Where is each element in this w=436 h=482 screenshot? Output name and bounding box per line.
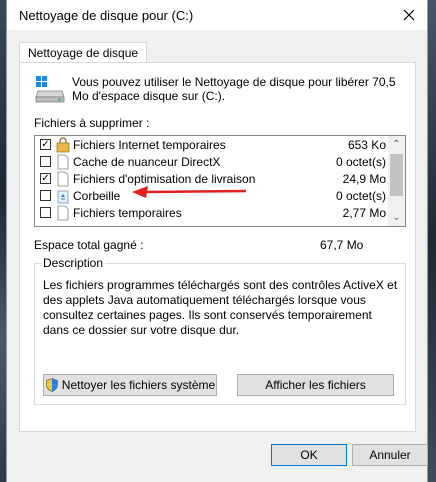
file-icon bbox=[57, 205, 69, 221]
view-files-button[interactable]: Afficher les fichiers bbox=[237, 374, 394, 396]
disk-cleanup-window: Nettoyage de disque pour (C:) Nettoyage … bbox=[6, 0, 428, 482]
scroll-down-icon[interactable]: ⌄ bbox=[388, 209, 405, 226]
file-icon bbox=[57, 171, 69, 187]
checkbox[interactable] bbox=[40, 190, 51, 201]
file-size: 0 octet(s) bbox=[335, 189, 386, 203]
file-name: Corbeille bbox=[73, 189, 121, 203]
desktop-background-right bbox=[428, 0, 436, 482]
lock-folder-icon bbox=[56, 137, 70, 153]
tab-strip: Nettoyage de disque bbox=[7, 30, 427, 64]
file-name: Fichiers temporaires bbox=[73, 206, 182, 220]
file-name: Fichiers d'optimisation de livraison bbox=[73, 172, 256, 186]
total-space-value: 67,7 Mo bbox=[320, 238, 364, 252]
list-item[interactable]: ✓ Fichiers Internet temporaires 653 Ko bbox=[35, 137, 390, 154]
clean-system-files-label: Nettoyer les fichiers système bbox=[61, 378, 216, 392]
cancel-button[interactable]: Annuler bbox=[352, 444, 428, 466]
file-size: 2,77 Mo bbox=[342, 206, 386, 220]
list-item[interactable]: Fichiers temporaires 2,77 Mo bbox=[35, 205, 390, 222]
shield-icon bbox=[45, 378, 58, 392]
files-to-delete-label: Fichiers à supprimer : bbox=[34, 116, 150, 130]
window-title: Nettoyage de disque pour (C:) bbox=[19, 8, 194, 23]
title-bar[interactable]: Nettoyage de disque pour (C:) bbox=[7, 0, 427, 30]
list-item[interactable]: Cache de nuanceur DirectX 0 octet(s) bbox=[35, 154, 390, 171]
close-icon[interactable] bbox=[397, 4, 421, 26]
intro-text: Vous pouvez utiliser le Nettoyage de dis… bbox=[72, 75, 396, 103]
tab-panel: Vous pouvez utiliser le Nettoyage de dis… bbox=[19, 62, 416, 432]
clean-system-files-button[interactable]: Nettoyer les fichiers système bbox=[43, 374, 217, 396]
description-text: Les fichiers programmes téléchargés sont… bbox=[43, 278, 398, 337]
file-size: 24,9 Mo bbox=[342, 172, 386, 186]
tab-disk-cleanup[interactable]: Nettoyage de disque bbox=[19, 42, 148, 64]
description-legend: Description bbox=[41, 256, 106, 270]
description-group: Description Les fichiers programmes télé… bbox=[34, 256, 406, 405]
checkbox[interactable]: ✓ bbox=[40, 173, 51, 184]
total-space-label: Espace total gagné : bbox=[34, 238, 144, 252]
scroll-up-icon[interactable]: ⌃ bbox=[388, 136, 405, 153]
ok-button[interactable]: OK bbox=[271, 444, 347, 466]
file-name: Fichiers Internet temporaires bbox=[73, 138, 226, 152]
file-size: 653 Ko bbox=[347, 138, 386, 152]
file-size: 0 octet(s) bbox=[335, 155, 386, 169]
checkbox[interactable]: ✓ bbox=[40, 139, 51, 150]
drive-icon bbox=[35, 76, 65, 103]
red-arrow-annotation bbox=[132, 186, 247, 198]
recycle-bin-icon bbox=[57, 190, 69, 204]
checkbox[interactable] bbox=[40, 156, 51, 167]
checkbox[interactable] bbox=[40, 207, 51, 218]
file-name: Cache de nuanceur DirectX bbox=[73, 155, 221, 169]
scroll-thumb[interactable] bbox=[390, 154, 403, 196]
file-icon bbox=[57, 154, 69, 170]
vertical-scrollbar[interactable]: ⌃ ⌄ bbox=[388, 136, 405, 226]
file-list: ✓ Fichiers Internet temporaires 653 Ko C… bbox=[34, 135, 406, 227]
